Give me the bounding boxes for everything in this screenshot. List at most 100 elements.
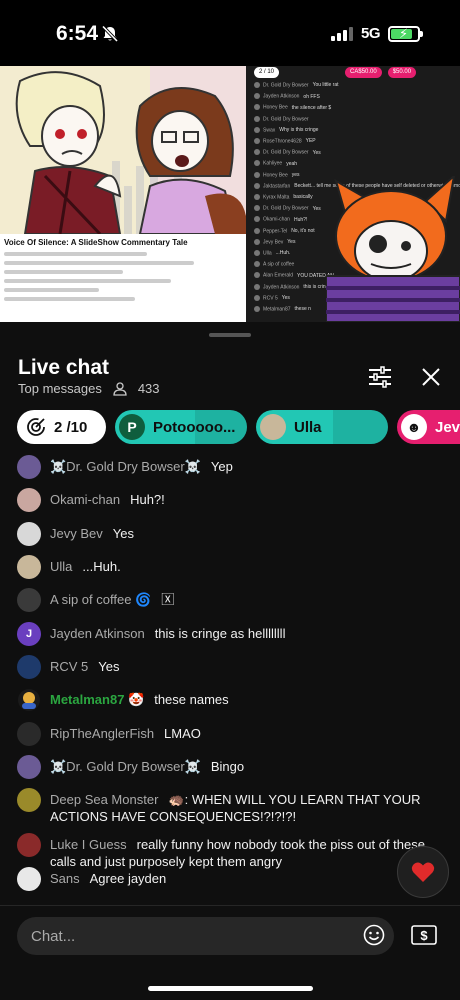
status-time: 6:54 — [56, 22, 99, 45]
filter-settings-icon[interactable] — [366, 364, 394, 390]
avatar[interactable] — [17, 867, 41, 891]
avatar[interactable] — [17, 522, 41, 546]
mini-chat-row: RCV 5 Yes — [254, 294, 290, 302]
chat-input[interactable] — [17, 917, 394, 955]
avatar — [260, 414, 286, 440]
avatar — [254, 238, 260, 245]
avatar[interactable] — [17, 788, 41, 812]
video-title: Voice Of Silence: A SlideShow Commentary… — [4, 238, 188, 247]
avatar[interactable] — [17, 588, 41, 612]
mini-chat-text: these n — [294, 306, 311, 313]
message-text: Yep — [210, 459, 233, 474]
reaction-button[interactable] — [397, 846, 449, 898]
mini-chat-author: Ulla — [263, 250, 272, 257]
message-author[interactable]: ☠️Dr. Gold Dry Bowser☠️ — [50, 459, 201, 474]
ticker-pill-ulla[interactable]: Ulla — [256, 410, 388, 444]
message-author[interactable]: Sans — [50, 871, 80, 886]
mini-chat-row: A sip of coffee — [254, 261, 298, 268]
ticker-pill-potoooo[interactable]: P Potooooo... — [115, 410, 247, 444]
mini-chat-author: RoseThrone4628 — [263, 138, 302, 145]
message-text: this is cringe as hellllllll — [154, 626, 286, 641]
super-chat-icon[interactable]: $ — [411, 924, 437, 946]
message-author[interactable]: ☠️Dr. Gold Dry Bowser☠️ — [50, 759, 201, 774]
mini-chat-author: Jayden Atkinson — [263, 93, 300, 100]
avatar — [254, 194, 260, 200]
avatar[interactable] — [17, 555, 41, 579]
avatar[interactable] — [17, 455, 41, 479]
mini-chat-author: Jayden Atkinson — [263, 283, 300, 290]
mini-chat-row: Dr. Gold Dry Bowser — [254, 115, 313, 122]
avatar[interactable] — [17, 722, 41, 746]
mini-chat-author: Jevy Bev — [263, 239, 284, 246]
message-author[interactable]: Ulla — [50, 559, 72, 574]
mini-chat-text: the silence after $ — [291, 104, 332, 111]
mini-chat-row: Pepper-Tel No, it's not — [254, 227, 315, 234]
message-text: Yes — [98, 659, 120, 674]
video-info-panel: Voice Of Silence: A SlideShow Commentary… — [0, 234, 246, 322]
goal-pill[interactable]: 2 /10 — [17, 410, 106, 444]
mini-chat-text: Yes — [281, 295, 290, 302]
chat-mode-label[interactable]: Top messages — [18, 381, 102, 396]
avatar — [254, 115, 260, 122]
mini-chat-text: Huh?! — [293, 216, 308, 223]
ticker-pill-jevy[interactable]: ☻ Jev — [397, 410, 460, 444]
avatar — [254, 149, 260, 156]
home-indicator — [148, 986, 313, 991]
avatar[interactable] — [17, 755, 41, 779]
message-author[interactable]: Deep Sea Monster — [50, 792, 158, 807]
message-author[interactable]: A sip of coffee 🌀 — [50, 592, 151, 607]
close-icon[interactable] — [419, 365, 443, 389]
network-label: 5G — [360, 25, 381, 42]
message-author[interactable]: RipTheAnglerFish — [50, 726, 154, 741]
mini-chat-row: Dr. Gold Dry Bowser Yes — [254, 149, 321, 156]
message-text: these names — [154, 692, 229, 707]
avatar[interactable] — [17, 655, 41, 679]
mini-chat-author: Swax — [263, 127, 276, 134]
mini-chat-header: 2 / 10 CA$50.00 $50.00 — [254, 66, 417, 78]
status-bar: 6:54 5G ⚡ — [0, 0, 460, 66]
battery-icon: ⚡ — [388, 25, 423, 42]
video-player[interactable]: Voice Of Silence: A SlideShow Commentary… — [0, 66, 460, 322]
avatar — [254, 126, 260, 133]
avatar — [254, 182, 260, 189]
avatar — [254, 272, 260, 279]
avatar — [254, 250, 260, 256]
drag-handle[interactable] — [209, 333, 251, 337]
emoji-icon[interactable] — [363, 924, 385, 946]
avatar — [254, 160, 260, 167]
mini-chat-row: Ulla ...Huh. — [254, 250, 290, 256]
mini-chat-row: Metalman87 these n — [254, 306, 311, 312]
mini-chat-author: Kyrax Malta — [263, 194, 290, 201]
mini-chat-author: Alan Emerald — [263, 272, 294, 279]
message-author[interactable]: Metalman87 🤡 — [50, 692, 144, 707]
mini-chat-row: Alan Emerald YOU DATED AN — [254, 272, 334, 279]
message-author[interactable]: Luke I Guess — [50, 837, 127, 852]
avatar[interactable] — [17, 488, 41, 512]
mini-chat-row: Kyrax Malta basically — [254, 194, 313, 200]
avatar[interactable]: J — [17, 622, 41, 646]
avatar — [254, 306, 260, 312]
message-author[interactable]: RCV 5 — [50, 659, 88, 674]
avatar — [254, 138, 260, 144]
message-author[interactable]: Okami-chan — [50, 492, 120, 507]
mini-chat-author: Dr. Gold Dry Bowser — [263, 149, 309, 156]
mini-chat-text: Yes — [312, 205, 321, 212]
message-text: ...Huh. — [82, 559, 121, 574]
message-text: Bingo — [210, 759, 245, 774]
mini-chat-row: RoseThrone4628 YEP — [254, 138, 316, 144]
mini-chat-author: Metalman87 — [263, 306, 291, 313]
ticker-name: Jev — [435, 418, 460, 436]
message-author[interactable]: Jayden Atkinson — [50, 626, 145, 641]
viewer-count: 433 — [137, 381, 160, 396]
mini-chat-text: this is crin — [303, 283, 326, 290]
cartoon-image — [0, 66, 246, 236]
avatar — [254, 93, 260, 100]
message-text: 🅇 — [161, 592, 175, 607]
avatar[interactable] — [17, 688, 41, 712]
chat-subtitle-row[interactable]: Top messages 433 — [18, 381, 160, 396]
mini-chat-text: Yes — [287, 239, 296, 246]
avatar[interactable] — [17, 833, 41, 857]
avatar — [254, 227, 260, 234]
avatar — [254, 261, 260, 268]
message-author[interactable]: Jevy Bev — [50, 526, 103, 541]
